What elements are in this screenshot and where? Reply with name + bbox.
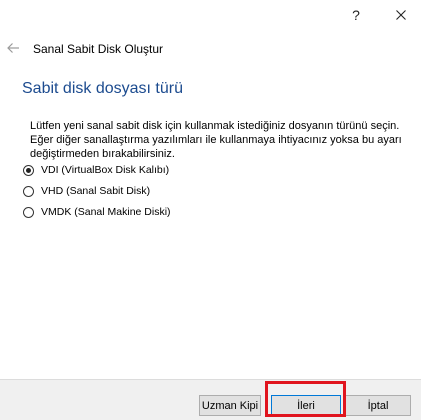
option-vhd[interactable]: VHD (Sanal Sabit Disk): [23, 184, 171, 198]
help-button[interactable]: ?: [336, 0, 376, 30]
next-button[interactable]: İleri: [271, 395, 341, 416]
option-vmdk-label: VMDK (Sanal Makine Diski): [41, 206, 171, 218]
expert-mode-button[interactable]: Uzman Kipi: [199, 395, 261, 416]
wizard-header: Sanal Sabit Disk Oluştur: [0, 38, 421, 62]
description-text: Lütfen yeni sanal sabit disk için kullan…: [30, 120, 402, 160]
help-label: ?: [352, 7, 360, 23]
radio-vhd[interactable]: [23, 185, 34, 197]
page-title: Sabit disk dosyası türü: [22, 80, 183, 97]
radio-vmdk[interactable]: [23, 206, 34, 218]
option-vdi[interactable]: VDI (VirtualBox Disk Kalıbı): [23, 163, 171, 177]
button-bar: Uzman Kipi İleri İptal: [0, 379, 421, 420]
wizard-title: Sanal Sabit Disk Oluştur: [33, 42, 164, 56]
file-type-options: VDI (VirtualBox Disk Kalıbı) VHD (Sanal …: [23, 163, 171, 226]
expert-mode-label: Uzman Kipi: [201, 399, 259, 412]
option-vdi-label: VDI (VirtualBox Disk Kalıbı): [41, 164, 170, 176]
back-arrow-icon[interactable]: [6, 41, 20, 55]
next-label: İleri: [297, 399, 315, 412]
cancel-label: İptal: [367, 399, 389, 412]
title-bar: ?: [0, 0, 421, 30]
option-vhd-label: VHD (Sanal Sabit Disk): [41, 185, 151, 197]
radio-vdi[interactable]: [23, 164, 34, 176]
close-button[interactable]: [381, 0, 421, 30]
option-vmdk[interactable]: VMDK (Sanal Makine Diski): [23, 205, 171, 219]
close-icon: [396, 10, 406, 20]
cancel-button[interactable]: İptal: [345, 395, 411, 416]
create-virtual-hard-disk-dialog: ? Sanal Sabit Disk Oluştur Sabit disk do…: [0, 0, 421, 420]
